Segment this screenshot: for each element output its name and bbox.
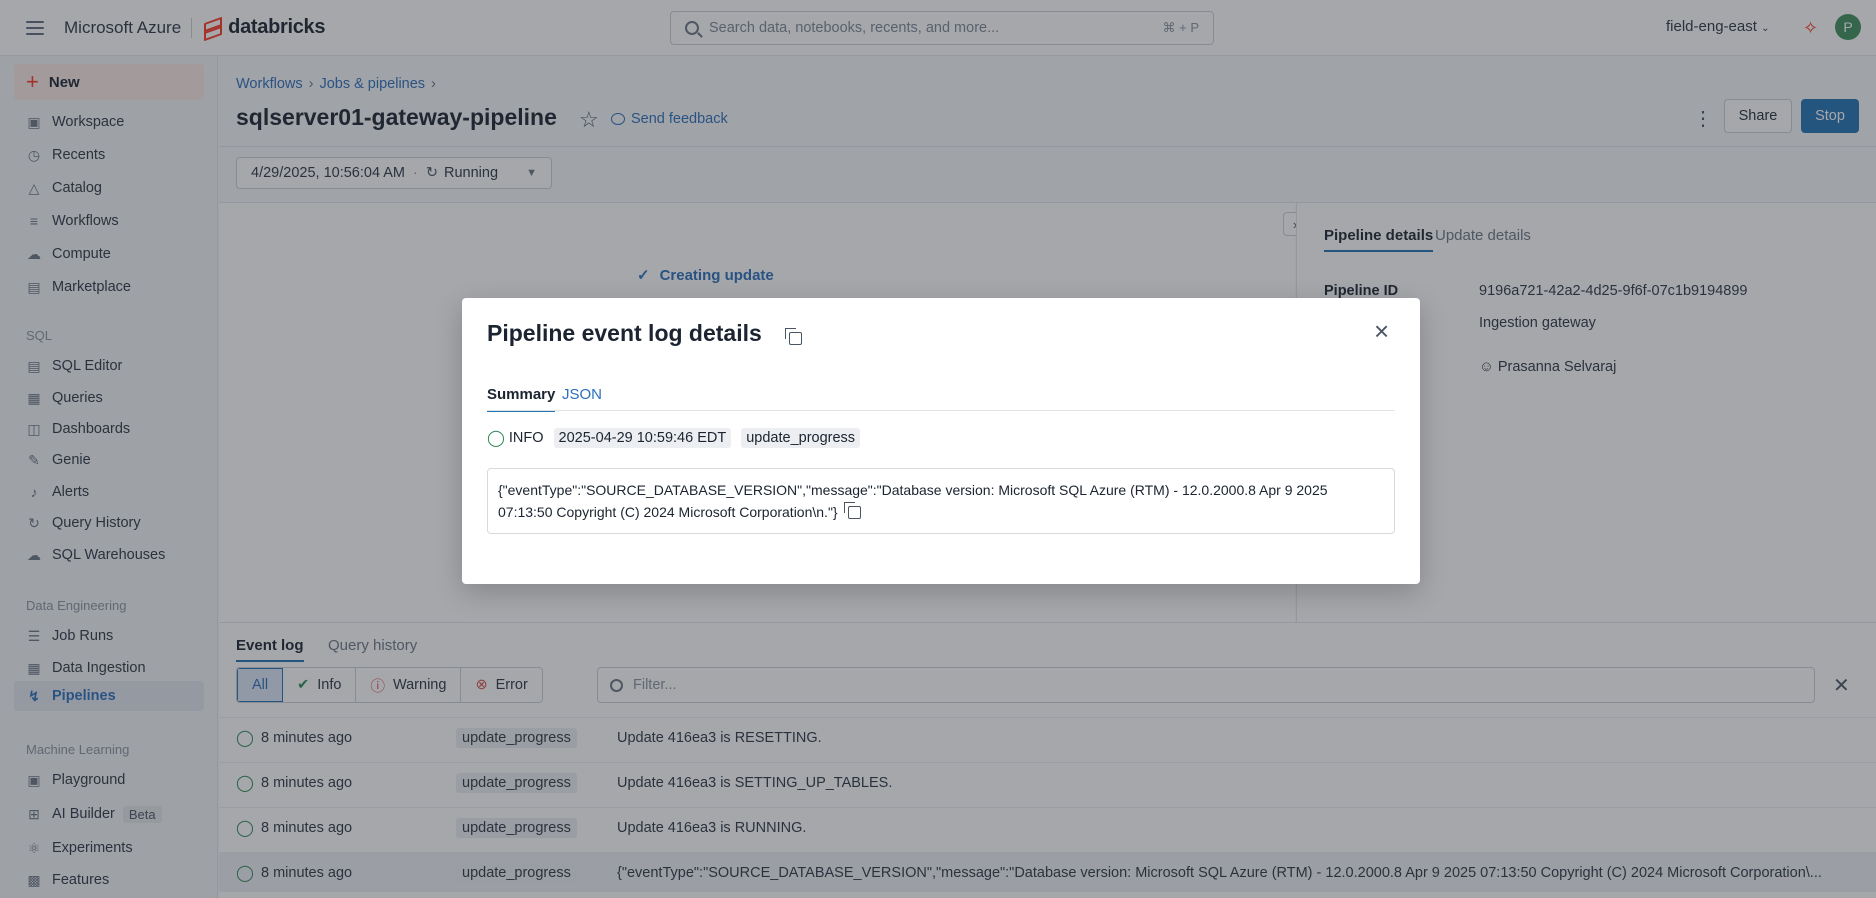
event-level: INFO [508,430,544,446]
event-message-line: 07:13:50 Copyright (C) 2024 Microsoft Co… [498,501,1384,523]
modal-title: Pipeline event log details [487,320,762,346]
tab-json[interactable]: JSON [562,386,602,403]
event-log-details-modal: Pipeline event log details × Summary JSO… [462,298,1420,584]
event-type-badge: update_progress [741,428,861,448]
event-message-line: {"eventType":"SOURCE_DATABASE_VERSION","… [498,482,1328,498]
tab-divider [487,410,1395,411]
event-timestamp: 2025-04-29 10:59:46 EDT [553,428,732,448]
tab-summary[interactable]: Summary [487,386,556,412]
copy-icon[interactable] [843,502,861,519]
event-message-line-text: 07:13:50 Copyright (C) 2024 Microsoft Co… [498,504,838,520]
check-circle-icon: ◯ [487,430,505,447]
copy-icon[interactable] [785,328,802,345]
event-summary-row: ◯ INFO 2025-04-29 10:59:46 EDT update_pr… [487,428,861,448]
close-icon[interactable]: × [1374,318,1389,344]
event-message-box: {"eventType":"SOURCE_DATABASE_VERSION","… [487,468,1395,534]
